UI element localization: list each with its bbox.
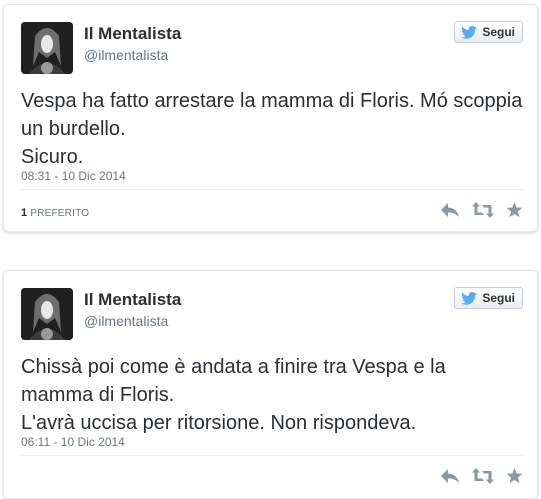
twitter-bird-icon [461, 291, 478, 305]
tweet-card: Il Mentalista @ilmentalista Segui Vespa … [3, 4, 538, 232]
avatar[interactable] [21, 22, 73, 74]
follow-label: Segui [482, 291, 515, 305]
favorites-label: PREFERITO [30, 208, 90, 219]
tweet-actions [440, 202, 523, 218]
tweet-timestamp[interactable]: 06:11 - 10 Dic 2014 [21, 435, 125, 449]
favorite-icon[interactable] [506, 468, 523, 484]
tweet-text: Vespa ha fatto arrestare la mamma di Flo… [21, 90, 523, 168]
follow-label: Segui [482, 25, 515, 39]
favorites-count[interactable]: 1 PREFERITO [21, 207, 89, 219]
divider [21, 189, 523, 190]
reply-icon[interactable] [440, 468, 460, 484]
avatar[interactable] [21, 288, 73, 340]
twitter-bird-icon [461, 25, 478, 39]
tweet-actions [440, 468, 523, 484]
user-handle[interactable]: @ilmentalista [84, 47, 168, 63]
display-name[interactable]: Il Mentalista [84, 290, 181, 310]
favorite-icon[interactable] [506, 202, 523, 218]
tweet-text: Chissà poi come è andata a finire tra Ve… [21, 356, 446, 434]
follow-button[interactable]: Segui [454, 287, 523, 309]
retweet-icon[interactable] [472, 468, 494, 484]
favorites-number: 1 [21, 207, 28, 219]
reply-icon[interactable] [440, 202, 460, 218]
follow-button[interactable]: Segui [454, 21, 523, 43]
retweet-icon[interactable] [472, 202, 494, 218]
divider [21, 455, 523, 456]
tweet-card: Il Mentalista @ilmentalista Segui Chissà… [3, 270, 538, 499]
user-handle[interactable]: @ilmentalista [84, 313, 168, 329]
tweet-timestamp[interactable]: 08:31 - 10 Dic 2014 [21, 169, 126, 183]
display-name[interactable]: Il Mentalista [84, 24, 181, 44]
